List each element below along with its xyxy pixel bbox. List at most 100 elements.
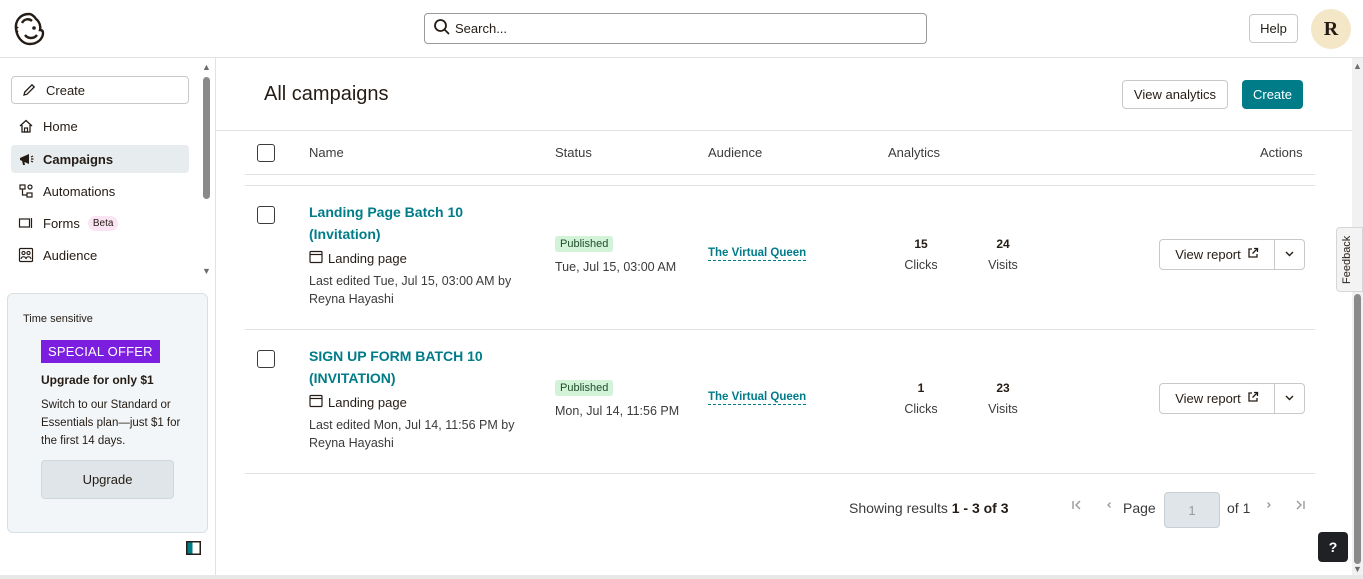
megaphone-icon [17, 150, 35, 168]
audience-link[interactable]: The Virtual Queen [708, 247, 807, 261]
avatar[interactable]: R [1311, 9, 1351, 49]
upgrade-button[interactable]: Upgrade [41, 460, 174, 499]
divider [245, 185, 1315, 186]
last-edited-line: Last edited Tue, Jul 15, 03:00 AM by [309, 274, 512, 288]
last-page-icon[interactable] [1294, 499, 1306, 514]
select-all-checkbox[interactable] [257, 144, 275, 162]
page-title: All campaigns [264, 83, 389, 105]
column-header-name[interactable]: Name [309, 145, 344, 160]
search-bar[interactable] [424, 13, 927, 44]
column-header-audience[interactable]: Audience [708, 145, 762, 160]
campaign-type-label: Landing page [328, 395, 407, 410]
campaign-name-line: Landing Page Batch 10 [309, 204, 464, 220]
view-report-button[interactable]: View report [1160, 240, 1275, 269]
results-range: 1 - 3 of 3 [951, 500, 1009, 516]
forms-icon [17, 214, 35, 232]
sidebar-item-forms[interactable]: Forms Beta [11, 209, 189, 237]
feedback-tab[interactable]: Feedback [1336, 227, 1363, 292]
audience-icon [17, 246, 35, 264]
clicks-label: Clicks [904, 258, 938, 272]
landing-page-icon [309, 250, 328, 267]
clicks-value: 15 [914, 237, 928, 251]
home-icon [17, 117, 35, 135]
divider [245, 174, 1315, 175]
column-header-analytics: Analytics [888, 145, 941, 160]
automations-icon [17, 182, 35, 200]
column-header-status[interactable]: Status [555, 145, 592, 160]
report-options-dropdown[interactable] [1275, 384, 1304, 413]
previous-page-icon[interactable] [1104, 499, 1114, 514]
campaign-name-line: (INVITATION) [309, 370, 396, 386]
campaign-name-link[interactable]: SIGN UP FORM BATCH 10 (INVITATION) [309, 345, 509, 389]
feedback-label: Feedback [1341, 235, 1353, 284]
view-report-label: View report [1175, 391, 1241, 406]
sidebar-scrollbar[interactable]: ▲ ▼ [201, 62, 213, 276]
first-page-icon[interactable] [1071, 499, 1083, 514]
audience-link[interactable]: The Virtual Queen [708, 391, 807, 405]
search-input[interactable] [455, 21, 895, 36]
sidebar-create-label: Create [46, 82, 86, 98]
promo-tag: Time sensitive [23, 313, 93, 325]
sidebar-item-label: Home [43, 118, 78, 134]
scroll-up-icon[interactable]: ▲ [202, 62, 211, 72]
sidebar-item-automations[interactable]: Automations [11, 177, 189, 205]
scroll-down-icon[interactable]: ▼ [1353, 564, 1362, 574]
sidebar-item-campaigns[interactable]: Campaigns [11, 145, 189, 173]
campaign-type: Landing page [309, 394, 407, 411]
clicks-value: 1 [917, 381, 925, 395]
collapse-sidebar-icon[interactable] [186, 541, 201, 555]
sidebar-item-label: Forms [43, 215, 80, 231]
visits-label: Visits [988, 258, 1018, 272]
status-badge: Published [555, 236, 614, 252]
last-edited-line: Last edited Mon, Jul 14, 11:56 PM by [309, 418, 515, 432]
view-analytics-button[interactable]: View analytics [1122, 80, 1228, 109]
sidebar-scroll-thumb[interactable] [203, 77, 210, 199]
sidebar-item-label: Audience [43, 247, 98, 263]
visits-label: Visits [988, 402, 1018, 416]
sidebar: Create Home Campaigns Automations Forms … [0, 58, 216, 579]
status-date: Mon, Jul 14, 11:56 PM [555, 404, 680, 418]
divider [245, 329, 1315, 330]
visits-value: 24 [996, 237, 1010, 251]
view-report-label: View report [1175, 247, 1241, 262]
pencil-icon [20, 81, 38, 99]
last-edited-info: Last edited Tue, Jul 15, 03:00 AM by Rey… [309, 272, 534, 308]
campaign-name-line: (Invitation) [309, 226, 381, 242]
main-scrollbar[interactable]: ▲ ▼ [1352, 58, 1363, 579]
mailchimp-logo-icon[interactable] [12, 11, 46, 47]
promo-title: Upgrade for only $1 [41, 373, 154, 387]
scroll-up-icon[interactable]: ▲ [1353, 61, 1362, 71]
campaign-type-label: Landing page [328, 251, 407, 266]
campaign-name-link[interactable]: Landing Page Batch 10 (Invitation) [309, 201, 509, 245]
help-fab-button[interactable]: ? [1318, 532, 1348, 562]
create-campaign-button[interactable]: Create [1242, 80, 1303, 109]
column-header-actions: Actions [1260, 145, 1303, 160]
campaign-type: Landing page [309, 250, 407, 267]
next-page-icon[interactable] [1264, 499, 1274, 514]
status-date: Tue, Jul 15, 03:00 AM [555, 260, 677, 274]
view-report-button[interactable]: View report [1160, 384, 1275, 413]
landing-page-icon [309, 394, 328, 411]
main-scroll-thumb[interactable] [1354, 294, 1361, 564]
sidebar-item-label: Automations [43, 183, 116, 199]
page-number-input[interactable] [1164, 492, 1220, 528]
external-link-icon [1241, 247, 1259, 262]
visits-metric: 23 Visits [973, 381, 1033, 416]
last-edited-line: Reyna Hayashi [309, 436, 394, 450]
row-checkbox[interactable] [257, 206, 275, 224]
chevron-down-icon [1284, 391, 1295, 406]
top-bar: Help R [0, 0, 1363, 58]
sidebar-create-button[interactable]: Create [11, 76, 189, 104]
row-checkbox[interactable] [257, 350, 275, 368]
sidebar-item-audience[interactable]: Audience [11, 241, 189, 269]
scroll-down-icon[interactable]: ▼ [202, 266, 211, 276]
sidebar-item-home[interactable]: Home [11, 112, 189, 140]
beta-badge: Beta [87, 215, 119, 231]
campaign-name-line: SIGN UP FORM BATCH 10 [309, 348, 483, 364]
report-options-dropdown[interactable] [1275, 240, 1304, 269]
special-offer-badge: SPECIAL OFFER [41, 340, 160, 363]
main-content: All campaigns View analytics Create Name… [216, 58, 1352, 579]
help-button[interactable]: Help [1249, 14, 1298, 43]
divider [216, 130, 1352, 131]
clicks-metric: 15 Clicks [891, 237, 951, 272]
